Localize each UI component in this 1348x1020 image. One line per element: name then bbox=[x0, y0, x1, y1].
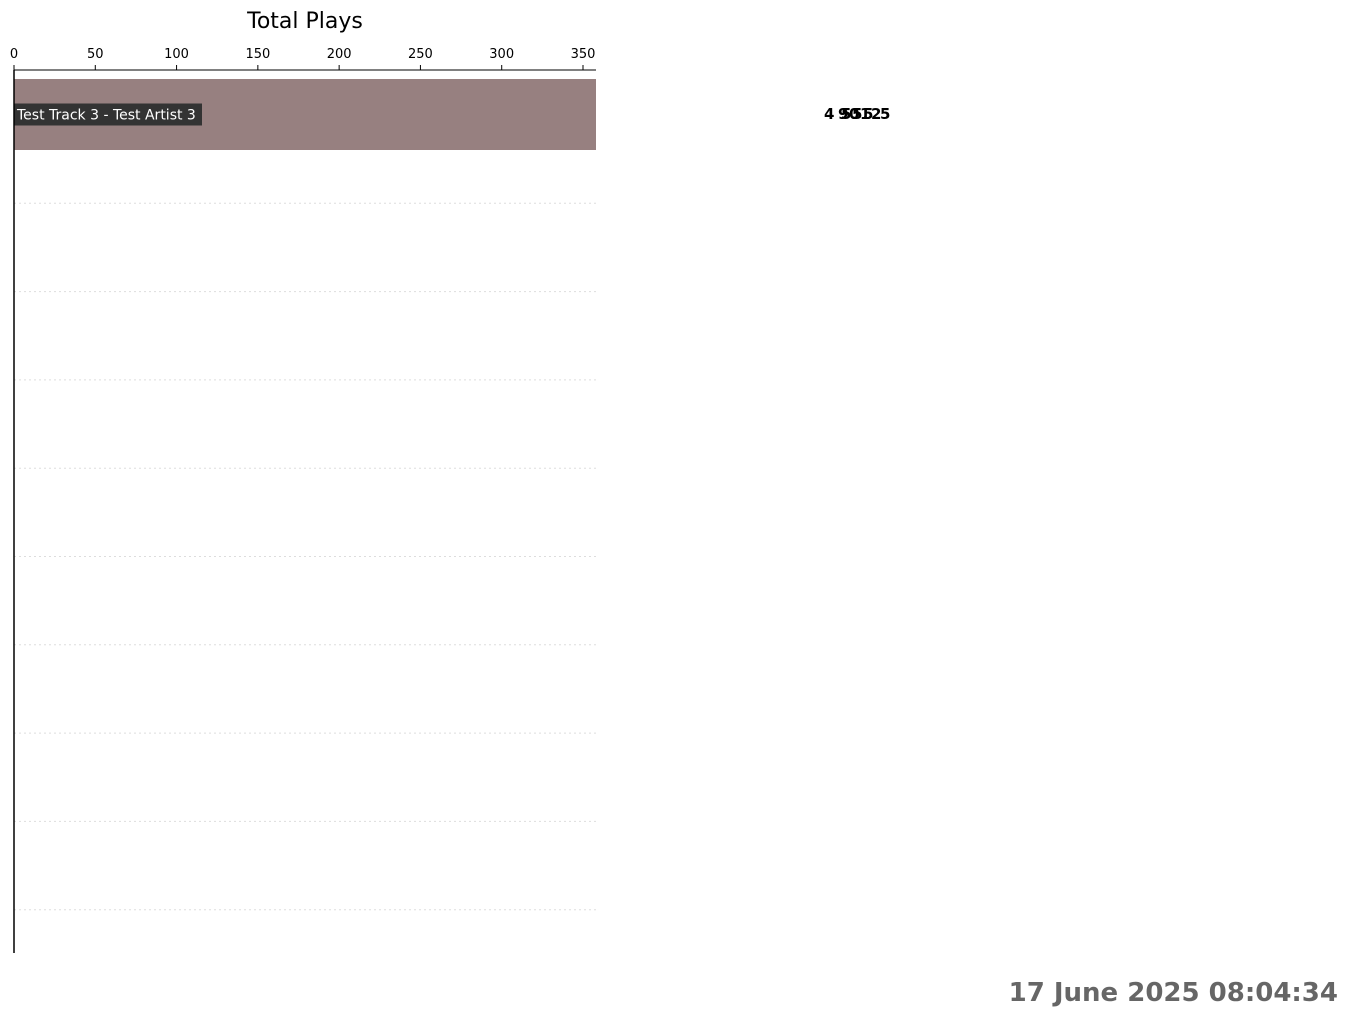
value-label: 5 bbox=[880, 105, 890, 123]
x-tick-label: 0 bbox=[10, 47, 18, 62]
x-tick-label: 250 bbox=[408, 47, 433, 62]
bars: Test Track 3 - Test Artist 3 bbox=[14, 79, 596, 150]
value-label: 4 bbox=[824, 105, 834, 123]
x-tick-label: 50 bbox=[87, 47, 104, 62]
value-labels: 4 95051525 bbox=[824, 105, 890, 123]
x-tick-label: 200 bbox=[327, 47, 352, 62]
bar-label: Test Track 3 - Test Artist 3 bbox=[16, 108, 196, 124]
x-tick-label: 150 bbox=[245, 47, 270, 62]
chart-title: Total Plays bbox=[246, 9, 363, 34]
x-tick-label: 350 bbox=[571, 47, 596, 62]
grid-lines bbox=[14, 202, 596, 911]
x-tick-label: 100 bbox=[164, 47, 189, 62]
x-axis: 0 50 100 150 200 250 300 350 bbox=[10, 47, 596, 953]
x-tick-label: 300 bbox=[489, 47, 514, 62]
bar-chart: Total Plays Test Track 3 - Test Artist 3… bbox=[10, 9, 890, 953]
timestamp: 17 June 2025 08:04:34 bbox=[1008, 978, 1338, 1008]
